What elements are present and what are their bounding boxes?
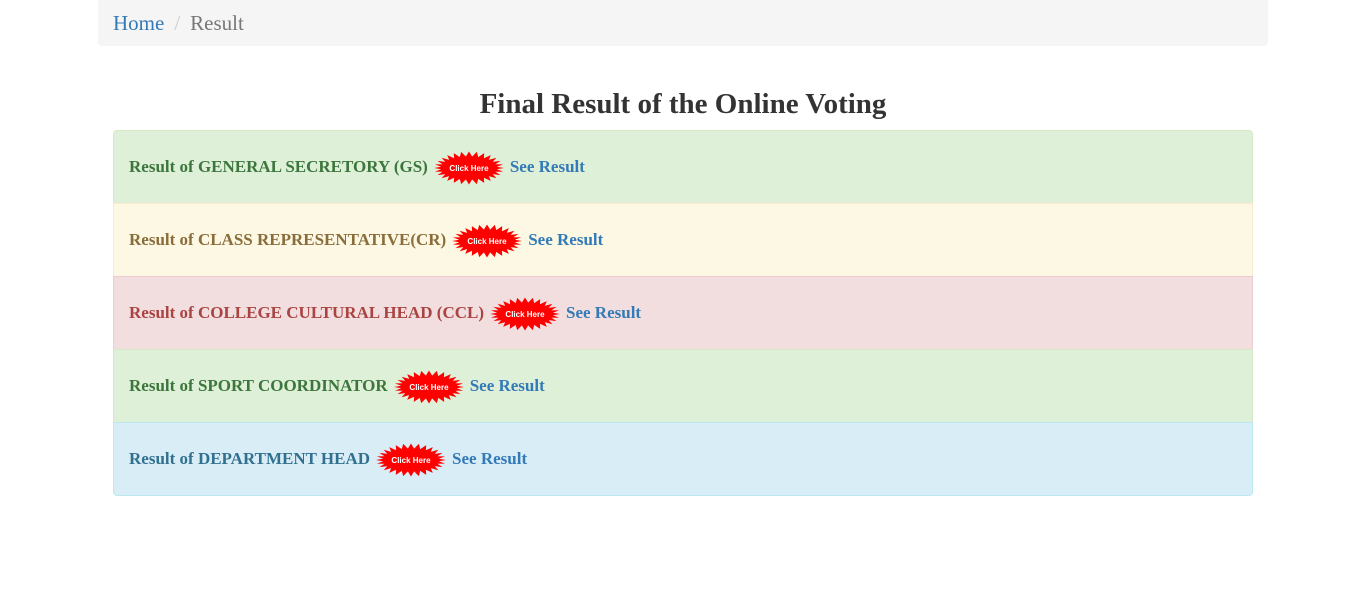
see-result-link[interactable]: See Result (528, 230, 603, 250)
see-result-link[interactable]: See Result (566, 303, 641, 323)
result-item-department-head: Result of DEPARTMENT HEAD Click Here See… (113, 422, 1253, 496)
breadcrumb-home-link[interactable]: Home (113, 11, 164, 36)
badge-text: Click Here (391, 456, 431, 465)
result-item-college-cultural-head: Result of COLLEGE CULTURAL HEAD (CCL) Cl… (113, 276, 1253, 350)
result-label: Result of SPORT COORDINATOR (129, 376, 388, 395)
result-item-sport-coordinator: Result of SPORT COORDINATOR Click Here S… (113, 349, 1253, 423)
click-here-badge-icon[interactable]: Click Here (433, 151, 505, 185)
result-label: Result of DEPARTMENT HEAD (129, 449, 371, 468)
click-here-badge-icon[interactable]: Click Here (393, 370, 465, 404)
badge-text: Click Here (449, 164, 489, 173)
click-here-badge-icon[interactable]: Click Here (451, 224, 523, 258)
breadcrumb: Home / Result (98, 0, 1268, 46)
result-label: Result of COLLEGE CULTURAL HEAD (CCL) (129, 303, 484, 322)
result-label: Result of CLASS REPRESENTATIVE(CR) (129, 230, 447, 249)
badge-text: Click Here (409, 383, 449, 392)
page-title: Final Result of the Online Voting (479, 88, 887, 120)
click-here-badge-icon[interactable]: Click Here (489, 297, 561, 331)
see-result-link[interactable]: See Result (510, 157, 585, 177)
see-result-link[interactable]: See Result (452, 449, 527, 469)
result-item-general-secretory: Result of GENERAL SECRETORY (GS) Click H… (113, 130, 1253, 204)
badge-text: Click Here (468, 237, 508, 246)
result-item-class-representative: Result of CLASS REPRESENTATIVE(CR) Click… (113, 203, 1253, 277)
result-label: Result of GENERAL SECRETORY (GS) (129, 157, 428, 176)
badge-text: Click Here (505, 310, 545, 319)
breadcrumb-current: Result (190, 10, 244, 35)
click-here-badge-icon[interactable]: Click Here (375, 443, 447, 477)
see-result-link[interactable]: See Result (470, 376, 545, 396)
breadcrumb-separator: / (174, 10, 181, 35)
results-list: Result of GENERAL SECRETORY (GS) Click H… (113, 130, 1253, 496)
